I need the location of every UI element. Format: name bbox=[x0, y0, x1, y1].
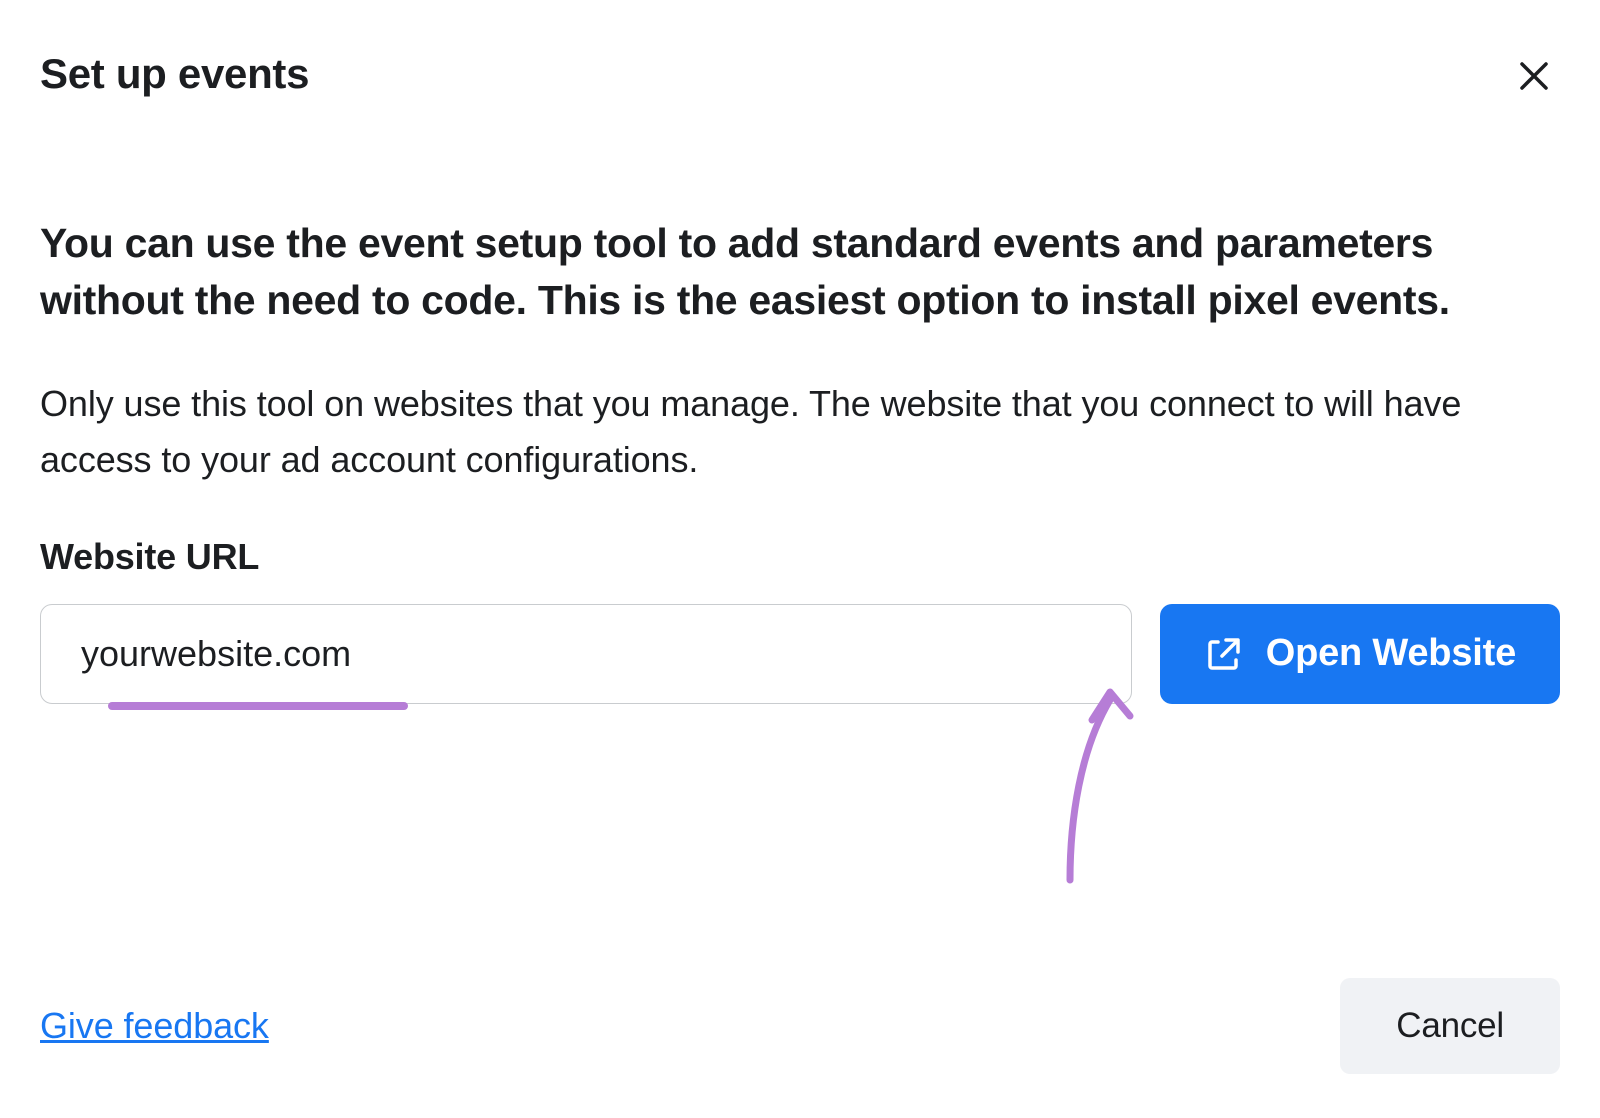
setup-events-modal: Set up events You can use the event setu… bbox=[0, 0, 1600, 1118]
website-url-input[interactable] bbox=[40, 604, 1132, 704]
give-feedback-link[interactable]: Give feedback bbox=[40, 1005, 269, 1047]
close-button[interactable] bbox=[1508, 50, 1560, 105]
close-icon bbox=[1514, 56, 1554, 99]
external-link-icon bbox=[1204, 634, 1244, 674]
modal-description-secondary: Only use this tool on websites that you … bbox=[40, 376, 1560, 488]
modal-header: Set up events bbox=[40, 50, 1560, 105]
annotation-underline bbox=[108, 702, 408, 710]
modal-description-primary: You can use the event setup tool to add … bbox=[40, 215, 1560, 328]
modal-footer: Give feedback Cancel bbox=[40, 978, 1560, 1074]
annotation-arrow-icon bbox=[1040, 680, 1160, 890]
open-website-button[interactable]: Open Website bbox=[1160, 604, 1560, 704]
modal-title: Set up events bbox=[40, 50, 309, 98]
url-input-row: Open Website bbox=[40, 604, 1560, 704]
cancel-button[interactable]: Cancel bbox=[1340, 978, 1560, 1074]
url-field-label: Website URL bbox=[40, 536, 1560, 578]
open-website-label: Open Website bbox=[1266, 632, 1516, 675]
